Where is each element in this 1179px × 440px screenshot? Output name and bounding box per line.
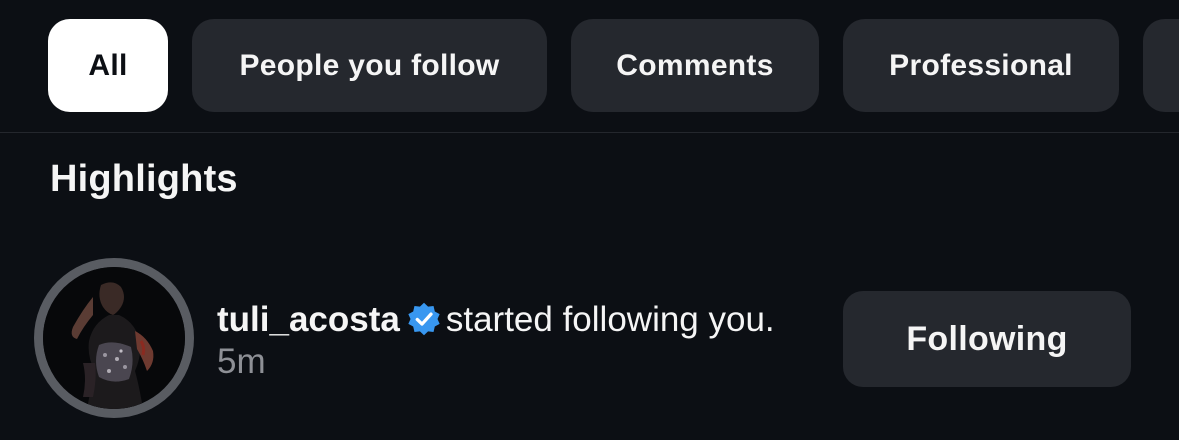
filter-chip-comments[interactable]: Comments [571,19,819,112]
filter-chip-bar: All People you follow Comments Professio… [48,19,1179,112]
profile-photo [43,267,185,409]
filter-chip-label: Professional [889,48,1073,82]
notifications-screen: All People you follow Comments Professio… [0,0,1179,440]
filter-chip-professional[interactable]: Professional [843,19,1119,112]
filter-chip-label: Comments [616,48,774,82]
avatar-story-ring[interactable] [34,258,194,418]
notification-time: 5m [217,342,266,381]
avatar[interactable] [43,267,185,409]
divider [0,132,1179,133]
notification-username[interactable]: tuli_acosta [217,300,400,339]
section-title-highlights: Highlights [50,158,238,200]
filter-chip-overflow[interactable] [1143,19,1179,112]
filter-chip-people-you-follow[interactable]: People you follow [192,19,547,112]
notification-action: started following you. [445,300,775,339]
filter-chip-label: All [88,48,128,82]
filter-chip-all[interactable]: All [48,19,168,112]
notification-text: tuli_acosta started following you. 5m [217,299,807,383]
verified-badge-icon [408,302,440,336]
following-button[interactable]: Following [843,291,1131,387]
filter-chip-label: People you follow [239,48,500,82]
